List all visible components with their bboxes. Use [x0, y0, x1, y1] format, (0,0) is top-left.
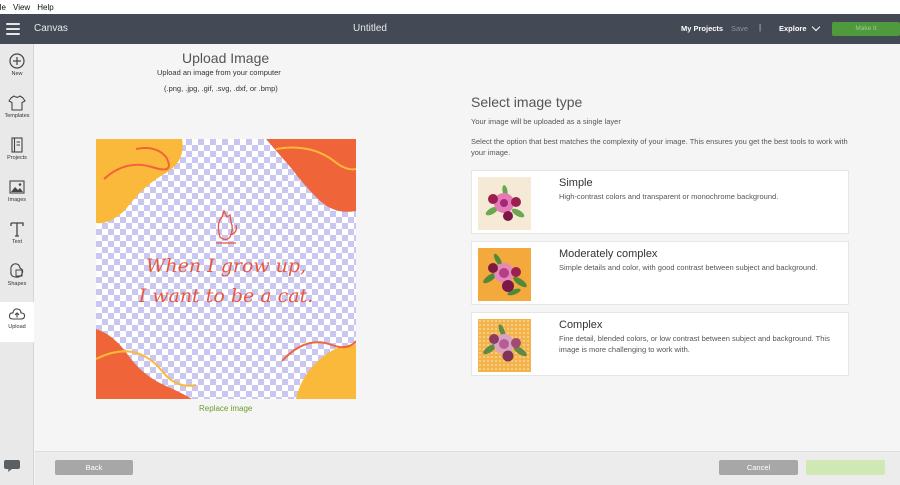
plus-circle-icon — [9, 53, 25, 69]
tool-label: Images — [7, 197, 27, 203]
shirt-icon — [8, 95, 26, 111]
option-title: Simple — [559, 177, 593, 189]
document-title: Untitled — [353, 23, 387, 34]
tool-label: Shapes — [7, 281, 27, 287]
menu-view[interactable]: View — [13, 3, 30, 12]
cancel-button[interactable]: Cancel — [719, 460, 798, 475]
main-panel: Upload Image Upload an image from your c… — [35, 44, 900, 485]
upload-subtitle: Upload an image from your computer — [157, 68, 281, 77]
tool-label: Projects — [7, 155, 27, 161]
upload-formats: (.png, .jpg, .gif, .svg, .dxf, or .bmp) — [164, 84, 278, 93]
make-it-button[interactable]: Make It — [832, 22, 900, 36]
moderately-complex-thumbnail — [478, 248, 531, 301]
option-description: Simple details and color, with good cont… — [559, 263, 818, 272]
text-icon — [10, 222, 24, 237]
tool-templates[interactable]: Templates — [0, 94, 34, 134]
flower-bouquet-icon — [485, 185, 525, 221]
tool-new[interactable]: New — [0, 52, 34, 92]
tool-projects[interactable]: Projects — [0, 136, 34, 176]
tool-shapes[interactable]: Shapes — [0, 262, 34, 302]
upload-title: Upload Image — [182, 50, 270, 66]
uploaded-image-preview: When I grow up, I want to be a cat. — [96, 139, 356, 399]
image-icon — [9, 180, 25, 194]
tool-label: Upload — [8, 324, 26, 330]
single-layer-note: Your image will be uploaded as a single … — [471, 117, 621, 126]
option-description: Fine detail, blended colors, or low cont… — [559, 334, 830, 354]
select-type-description: Select the option that best matches the … — [471, 137, 848, 157]
option-simple[interactable]: Simple High-contrast colors and transpar… — [471, 170, 849, 234]
flower-bouquet-icon — [483, 324, 527, 362]
select-type-title: Select image type — [471, 94, 583, 110]
left-toolbar: New Templates Projects Images Text Shape… — [0, 44, 34, 485]
flower-bouquet-icon — [483, 253, 527, 296]
option-title: Moderately complex — [559, 248, 658, 260]
my-projects-button[interactable]: My Projects — [681, 24, 723, 33]
quote-line-2: I want to be a cat. — [138, 285, 314, 307]
simple-thumbnail — [478, 177, 531, 230]
complex-thumbnail — [478, 319, 531, 372]
footer-bar: Back Cancel Continue — [35, 451, 900, 485]
projects-icon — [11, 137, 23, 153]
option-moderately-complex[interactable]: Moderately complex Simple details and co… — [471, 241, 849, 305]
tool-upload[interactable]: Upload — [0, 302, 34, 342]
option-description: High-contrast colors and transparent or … — [559, 192, 779, 201]
chevron-down-icon — [811, 22, 820, 31]
back-button[interactable]: Back — [55, 460, 133, 475]
tool-images[interactable]: Images — [0, 178, 34, 218]
save-button[interactable]: Save — [731, 24, 748, 33]
tool-label: New — [11, 71, 23, 77]
app-header: Canvas Untitled My Projects Save | Explo… — [0, 14, 900, 44]
tool-label: Templates — [4, 113, 30, 119]
continue-button[interactable]: Continue — [806, 460, 885, 475]
quote-line-1: When I grow up, — [145, 255, 307, 277]
shapes-icon — [10, 263, 24, 278]
menu-file[interactable]: ile — [0, 3, 6, 12]
tool-label: Text — [11, 239, 23, 245]
option-title: Complex — [559, 319, 603, 331]
explore-dropdown[interactable]: Explore — [779, 22, 820, 33]
tool-text[interactable]: Text — [0, 220, 34, 260]
menu-help[interactable]: Help — [37, 3, 53, 12]
option-complex[interactable]: Complex Fine detail, blended colors, or … — [471, 312, 849, 376]
explore-label: Explore — [779, 24, 807, 33]
header-divider: | — [759, 23, 762, 32]
cloud-upload-icon — [8, 308, 26, 320]
chat-icon[interactable] — [3, 459, 21, 473]
menu-bar: ile View Help — [0, 0, 900, 14]
replace-image-link[interactable]: Replace image — [199, 404, 252, 413]
quote-text: When I grow up, I want to be a cat. — [96, 251, 356, 311]
